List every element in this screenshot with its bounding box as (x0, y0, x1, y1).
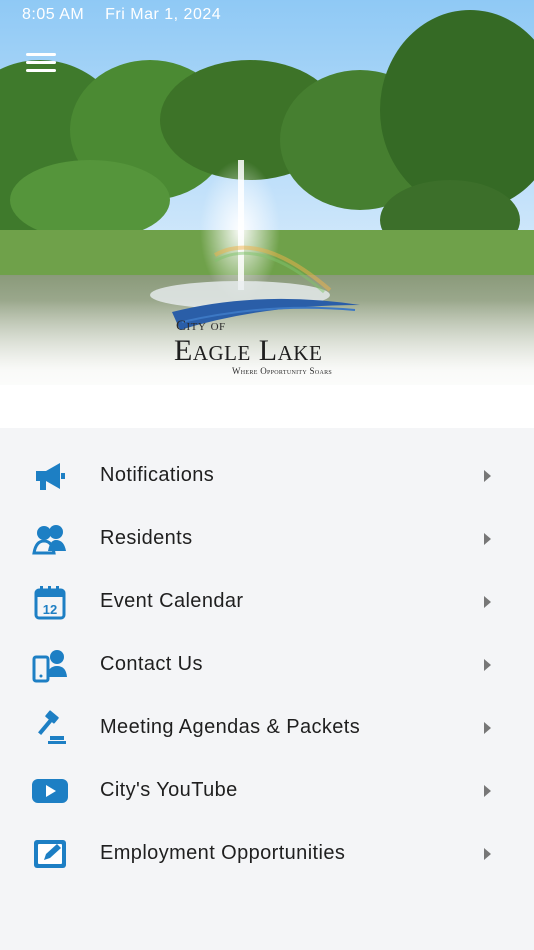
megaphone-icon (36, 463, 65, 490)
status-time: 8:05 AM (22, 6, 85, 23)
people-icon (32, 525, 66, 555)
menu-label-residents: Residents (100, 527, 193, 549)
calendar-icon: 12 (34, 586, 66, 620)
svg-text:12: 12 (43, 602, 57, 617)
menu-item-youtube[interactable]: City's YouTube (0, 759, 534, 822)
phone-contact-icon (32, 650, 67, 683)
chevron-right-icon (484, 848, 491, 860)
menu-label-meeting-agendas: Meeting Agendas & Packets (100, 716, 361, 738)
chevron-right-icon (484, 533, 491, 545)
menu-item-residents[interactable]: Residents (0, 507, 534, 570)
gavel-icon (38, 710, 66, 744)
menu-item-contact-us[interactable]: Contact Us (0, 633, 534, 696)
menu-item-employment[interactable]: Employment Opportunities (0, 822, 534, 885)
menu-label-event-calendar: Event Calendar (100, 590, 244, 612)
menu-label-employment: Employment Opportunities (100, 842, 346, 864)
logo-tagline: Where Opportunity Soars (232, 366, 333, 376)
hero-banner: 8:05 AM Fri Mar 1, 2024 City of Eagle La… (0, 0, 534, 428)
edit-form-icon (34, 840, 66, 868)
menu-label-youtube: City's YouTube (100, 779, 238, 801)
city-logo: City of Eagle Lake Where Opportunity Soa… (160, 290, 380, 390)
chevron-right-icon (484, 470, 491, 482)
logo-line1: City of (176, 318, 226, 334)
menu-item-event-calendar[interactable]: 12 Event Calendar (0, 570, 534, 633)
main-menu-list: Notifications Residents 12 Event Calenda… (0, 428, 534, 950)
chevron-right-icon (484, 596, 491, 608)
chevron-right-icon (484, 659, 491, 671)
hamburger-menu-icon[interactable] (26, 53, 56, 77)
menu-item-notifications[interactable]: Notifications (0, 444, 534, 507)
chevron-right-icon (484, 722, 491, 734)
menu-label-contact-us: Contact Us (100, 653, 203, 675)
status-date: Fri Mar 1, 2024 (105, 6, 222, 23)
status-bar: 8:05 AM Fri Mar 1, 2024 (22, 6, 237, 24)
youtube-icon (32, 779, 68, 803)
chevron-right-icon (484, 785, 491, 797)
logo-line2: Eagle Lake (174, 334, 323, 367)
menu-item-meeting-agendas[interactable]: Meeting Agendas & Packets (0, 696, 534, 759)
menu-label-notifications: Notifications (100, 464, 215, 486)
